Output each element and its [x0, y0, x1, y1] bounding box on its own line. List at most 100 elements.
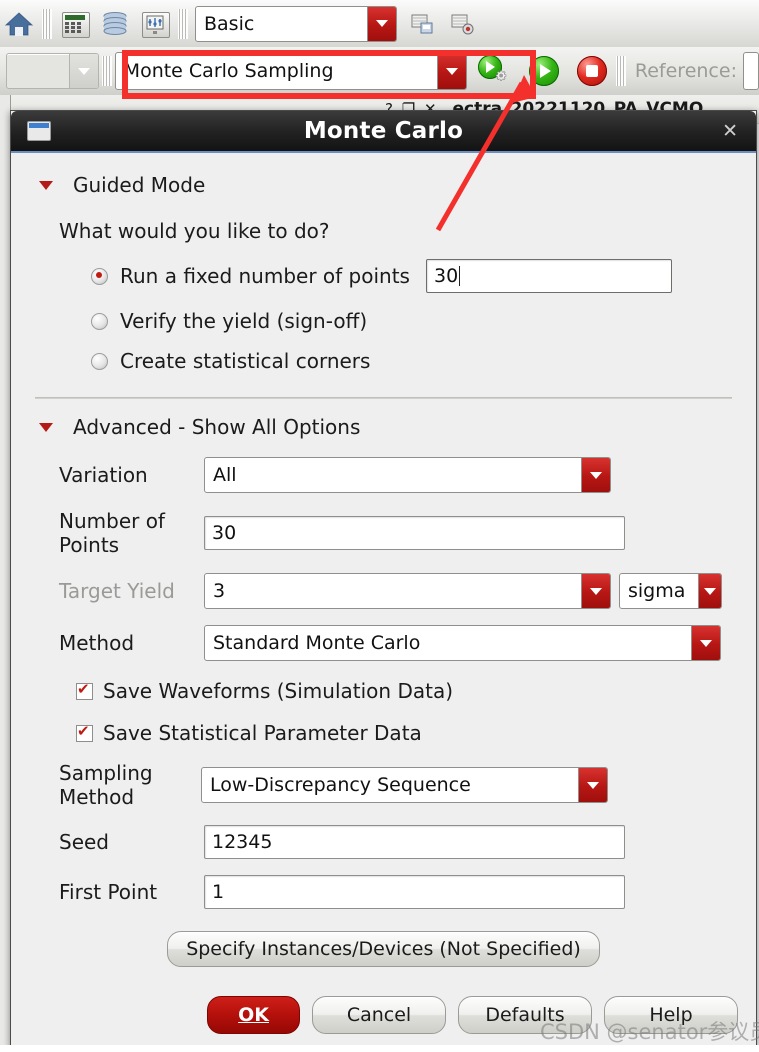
- screen-bottom-edge: [0, 1045, 759, 1052]
- number-of-points-value: 30: [212, 522, 237, 544]
- field-row-first-point: First Point 1: [29, 875, 738, 909]
- radio-button-icon[interactable]: [91, 352, 108, 370]
- mode-combo-value: Basic: [204, 12, 255, 35]
- ok-button[interactable]: OK: [207, 996, 300, 1034]
- checkbox-save-statistical-parameter-data[interactable]: Save Statistical Parameter Data: [76, 721, 738, 745]
- defaults-button-label: Defaults: [485, 1004, 565, 1026]
- section-divider: [35, 397, 732, 399]
- toolbar-separator: [42, 8, 52, 39]
- toolbar-separator: [616, 56, 626, 86]
- mode-combo[interactable]: Basic: [195, 5, 397, 42]
- radio-button-icon[interactable]: [91, 267, 108, 285]
- first-point-value: 1: [212, 881, 225, 903]
- chevron-down-icon[interactable]: [698, 574, 721, 608]
- schematic-icon[interactable]: [138, 7, 172, 41]
- chevron-down-icon[interactable]: [581, 574, 610, 608]
- field-row-seed: Seed 12345: [29, 825, 738, 859]
- field-row-variation: Variation All: [29, 457, 738, 493]
- variation-combo[interactable]: All: [204, 457, 611, 493]
- cancel-button[interactable]: Cancel: [312, 996, 446, 1034]
- defaults-button[interactable]: Defaults: [458, 996, 592, 1034]
- radio-label: Run a fixed number of points: [120, 264, 410, 288]
- chevron-down-icon[interactable]: [581, 458, 610, 492]
- guided-question: What would you like to do?: [59, 219, 330, 243]
- radio-create-statistical-corners[interactable]: Create statistical corners: [91, 349, 738, 373]
- chevron-down-icon[interactable]: [367, 6, 396, 41]
- checkbox-save-waveforms[interactable]: Save Waveforms (Simulation Data): [76, 679, 738, 703]
- field-row-number-of-points: Number of Points 30: [29, 509, 738, 557]
- radio-verify-yield[interactable]: Verify the yield (sign-off): [91, 309, 738, 333]
- toolbar-row-primary: Basic: [0, 0, 759, 48]
- screen: Basic Monte Carlo Sampling Reference: ? …: [0, 0, 759, 1052]
- method-combo[interactable]: Standard Monte Carlo: [204, 625, 721, 661]
- variation-value: All: [213, 464, 237, 486]
- calculator-icon[interactable]: [58, 7, 92, 41]
- left-small-combo[interactable]: [6, 53, 99, 89]
- dialog-body: Guided Mode What would you like to do? R…: [11, 153, 756, 1046]
- variation-label: Variation: [59, 463, 148, 487]
- run-simulation-icon[interactable]: [529, 56, 560, 86]
- save-session-icon[interactable]: [405, 7, 439, 41]
- field-row-method: Method Standard Monte Carlo: [29, 625, 738, 661]
- reference-combo[interactable]: [742, 52, 759, 90]
- radio-label: Verify the yield (sign-off): [120, 309, 368, 333]
- run-with-options-icon[interactable]: [477, 55, 511, 87]
- reference-label: Reference:: [634, 60, 737, 82]
- radio-run-fixed-points[interactable]: Run a fixed number of points 30: [91, 259, 738, 293]
- toolbar-separator: [178, 8, 188, 39]
- chevron-down-icon[interactable]: [437, 53, 467, 89]
- home-icon[interactable]: [2, 7, 36, 41]
- seed-input[interactable]: 12345: [204, 825, 625, 859]
- first-point-input[interactable]: 1: [204, 875, 625, 909]
- radio-label: Create statistical corners: [120, 349, 371, 373]
- target-yield-label: Target Yield: [59, 579, 175, 603]
- checkbox-icon[interactable]: [76, 680, 93, 700]
- method-value: Standard Monte Carlo: [213, 632, 421, 654]
- checkbox-label: Save Statistical Parameter Data: [103, 721, 422, 745]
- first-point-label: First Point: [59, 880, 158, 904]
- specify-instances-devices-button[interactable]: Specify Instances/Devices (Not Specified…: [167, 931, 600, 967]
- field-row-sampling-method: Sampling Method Low-Discrepancy Sequence: [29, 761, 738, 809]
- sampling-method-combo[interactable]: Low-Discrepancy Sequence: [201, 767, 608, 803]
- analysis-combo[interactable]: Monte Carlo Sampling: [114, 52, 468, 90]
- radio-button-icon[interactable]: [91, 312, 108, 330]
- guided-mode-label: Guided Mode: [73, 173, 206, 197]
- number-of-points-input[interactable]: 30: [204, 516, 625, 550]
- help-button[interactable]: Help: [604, 996, 738, 1034]
- chevron-down-icon[interactable]: [39, 180, 53, 190]
- checkbox-icon[interactable]: [76, 722, 93, 742]
- toolbar-row-secondary: Monte Carlo Sampling Reference:: [0, 47, 759, 96]
- seed-value: 12345: [212, 831, 273, 853]
- fixed-points-input[interactable]: 30: [425, 259, 672, 293]
- target-yield-combo[interactable]: 3: [204, 573, 611, 609]
- dialog-title: Monte Carlo: [303, 118, 464, 144]
- sampling-method-label: Sampling Method: [59, 761, 153, 809]
- close-icon[interactable]: ✕: [722, 120, 738, 142]
- chevron-down-icon[interactable]: [68, 54, 98, 88]
- text-caret: [459, 266, 461, 286]
- seed-label: Seed: [59, 830, 109, 854]
- chevron-down-icon[interactable]: [691, 626, 720, 660]
- analysis-combo-value: Monte Carlo Sampling: [123, 60, 334, 82]
- database-icon[interactable]: [98, 7, 132, 41]
- dialog-titlebar[interactable]: Monte Carlo ✕: [11, 111, 756, 153]
- load-session-icon[interactable]: [445, 7, 479, 41]
- target-yield-unit-combo[interactable]: sigma: [619, 573, 722, 609]
- advanced-section-header[interactable]: Advanced - Show All Options: [29, 415, 738, 439]
- chevron-down-icon[interactable]: [578, 768, 607, 802]
- target-yield-unit-value: sigma: [628, 580, 686, 602]
- stop-simulation-icon[interactable]: [577, 56, 608, 86]
- sampling-method-value: Low-Discrepancy Sequence: [210, 774, 471, 796]
- fixed-points-value: 30: [433, 265, 459, 287]
- method-label: Method: [59, 631, 135, 655]
- number-of-points-label: Number of Points: [59, 509, 165, 557]
- chevron-down-icon[interactable]: [39, 422, 53, 432]
- ok-button-label: OK: [238, 1004, 269, 1026]
- cancel-button-label: Cancel: [346, 1004, 412, 1026]
- target-yield-value: 3: [213, 580, 226, 602]
- monte-carlo-dialog: Monte Carlo ✕ Guided Mode What would you…: [10, 110, 757, 1047]
- dialog-button-bar: OK Cancel Defaults Help: [207, 996, 738, 1034]
- toolbar-separator: [101, 56, 112, 86]
- advanced-label: Advanced - Show All Options: [73, 415, 361, 439]
- guided-mode-section-header[interactable]: Guided Mode: [29, 173, 738, 197]
